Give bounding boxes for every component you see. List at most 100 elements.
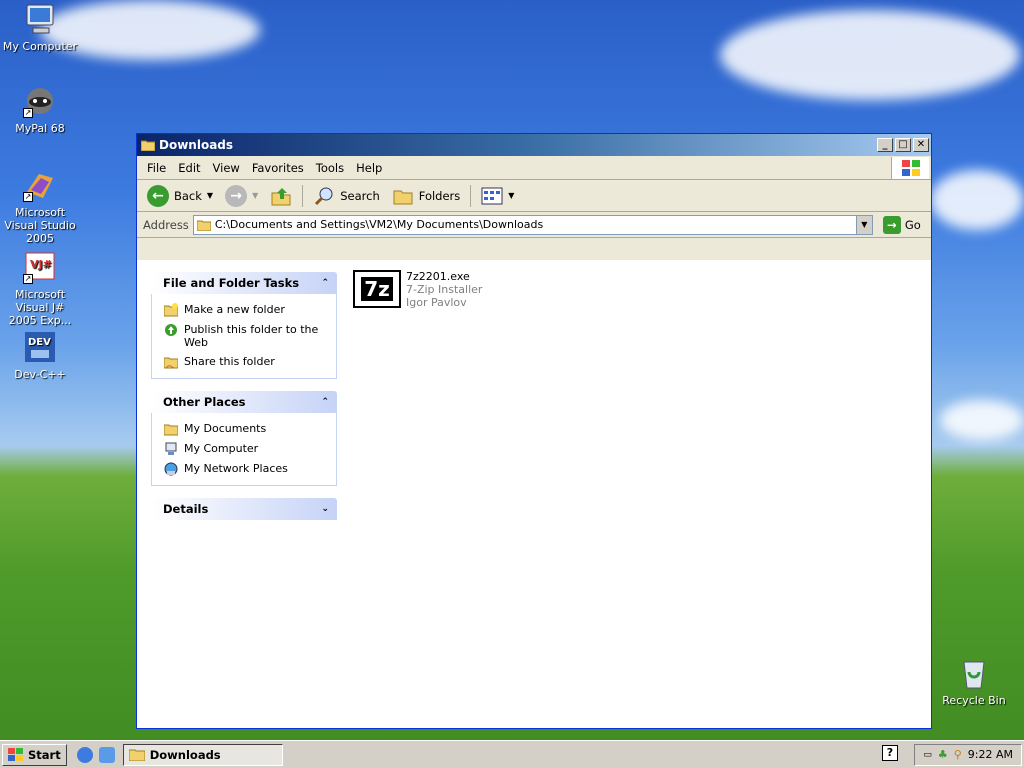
back-arrow-icon: ← [147,184,169,207]
content-area: File and Folder Tasks ⌃ Make a new folde… [137,260,931,728]
desktop-icon-label: My Computer [2,40,78,53]
raccoon-icon: ↗ [23,84,57,118]
expand-chevron-icon[interactable]: ⌄ [321,504,329,514]
taskbar: Start Downloads ▭ ♣ ⚲ 9:22 AM [0,740,1024,768]
svg-text:VJ#: VJ# [30,258,52,271]
new-folder-icon [164,303,178,317]
desktop-icon-recycle-bin[interactable]: Recycle Bin [934,656,1014,707]
forward-arrow-icon: → [225,184,248,207]
menu-favorites[interactable]: Favorites [246,161,310,175]
place-my-documents[interactable]: My Documents [164,419,336,439]
close-button[interactable]: ✕ [913,138,929,152]
visual-studio-icon: ↗ [23,168,57,202]
folder-icon [141,140,155,151]
menu-tools[interactable]: Tools [310,161,350,175]
network-globe-icon [164,462,178,476]
quick-launch [76,746,115,763]
panel-header[interactable]: Other Places ⌃ [151,391,337,413]
shortcut-arrow-icon: ↗ [23,274,33,284]
file-name: 7z2201.exe [406,270,470,283]
taskbar-button-downloads[interactable]: Downloads [122,743,283,766]
publish-web-icon [165,324,177,336]
chevron-down-icon[interactable]: ▼ [508,191,514,200]
window-titlebar[interactable]: Downloads _ □ ✕ [137,134,931,156]
collapse-chevron-icon[interactable]: ⌃ [321,397,329,407]
address-value: C:\Documents and Settings\VM2\My Documen… [214,218,544,231]
search-label: Search [340,188,380,203]
internet-explorer-icon[interactable] [76,746,93,763]
desktop-icon-label: MyPal 68 [15,122,65,135]
address-input[interactable]: C:\Documents and Settings\VM2\My Documen… [192,214,873,235]
collapse-chevron-icon[interactable]: ⌃ [321,278,329,288]
file-company: Igor Pavlov [406,296,467,309]
search-icon [315,187,333,205]
back-label: Back [174,188,202,203]
file-description: 7-Zip Installer [406,283,483,296]
folder-icon [128,749,145,761]
other-places-panel: Other Places ⌃ My Documents My Computer [151,391,337,486]
panel-header[interactable]: Details ⌄ [151,498,337,520]
file-item[interactable]: 7z 7z2201.exe 7-Zip Installer Igor Pavlo… [353,270,482,309]
explorer-window: Downloads _ □ ✕ File Edit View Favorites… [136,133,932,729]
menu-file[interactable]: File [141,161,172,175]
go-button[interactable]: → Go [877,215,927,234]
task-pane: File and Folder Tasks ⌃ Make a new folde… [137,260,347,728]
seven-zip-icon: 7z [353,270,401,308]
up-folder-button[interactable] [266,183,296,209]
maximize-button[interactable]: □ [895,138,911,152]
desktop-icon-label: Microsoft Visual Studio 2005 [4,206,76,245]
desktop-icon-visual-studio[interactable]: ↗ Microsoft Visual Studio 2005 [0,168,80,245]
desktop-icon-visual-j[interactable]: VJ# ↗ Microsoft Visual J# 2005 Exp... [0,250,80,327]
dev-cpp-icon: DEV [23,330,57,364]
address-label: Address [143,217,189,232]
shortcut-arrow-icon: ↗ [23,192,33,202]
network-status-icon[interactable]: ▭ [923,750,932,760]
back-button[interactable]: ← Back ▼ [143,183,217,209]
minimize-button[interactable]: _ [877,138,893,152]
system-tray: ▭ ♣ ⚲ 9:22 AM [914,743,1022,766]
go-arrow-icon: → [882,215,901,234]
safely-remove-icon[interactable]: ♣ [938,748,948,761]
file-list: 7z 7z2201.exe 7-Zip Installer Igor Pavlo… [353,270,482,309]
help-icon[interactable]: ? [882,745,898,761]
views-button[interactable]: ▼ [477,183,518,209]
toolbar-separator [470,184,472,207]
toolbar-separator [302,184,304,207]
file-folder-tasks-panel: File and Folder Tasks ⌃ Make a new folde… [151,272,337,379]
show-desktop-icon[interactable] [98,746,115,763]
place-my-computer[interactable]: My Computer [164,439,336,459]
place-my-network-places[interactable]: My Network Places [164,459,336,479]
search-tray-icon[interactable]: ⚲ [954,748,962,761]
task-make-new-folder[interactable]: Make a new folder [164,300,336,320]
panel-title: Other Places [163,395,246,409]
recycle-bin-icon [957,656,991,690]
desktop-icon-dev-cpp[interactable]: DEV Dev-C++ [0,330,80,381]
chevron-down-icon[interactable]: ▼ [252,191,258,200]
folders-button[interactable]: Folders [388,183,465,209]
desktop-icon-mypal[interactable]: ↗ MyPal 68 [0,84,80,135]
chevron-down-icon[interactable]: ▼ [207,191,213,200]
windows-logo-icon [891,157,929,179]
search-button[interactable]: Search [309,183,384,209]
menu-edit[interactable]: Edit [172,161,206,175]
task-share-folder[interactable]: Share this folder [164,352,336,372]
menu-view[interactable]: View [207,161,246,175]
start-button[interactable]: Start [2,743,67,766]
clock[interactable]: 9:22 AM [968,748,1013,761]
folders-label: Folders [418,188,461,203]
cloud [940,400,1024,440]
desktop-icon-label: Microsoft Visual J# 2005 Exp... [8,288,72,327]
task-publish-folder[interactable]: Publish this folder to the Web [164,320,336,352]
share-folder-icon [164,357,178,369]
menu-help[interactable]: Help [350,161,388,175]
folders-icon [393,190,413,204]
forward-button[interactable]: → ▼ [221,183,262,209]
shortcut-arrow-icon: ↗ [23,108,33,118]
desktop-icon-my-computer[interactable]: My Computer [0,2,80,53]
computer-icon [23,2,57,36]
vj-sharp-icon: VJ# ↗ [23,250,57,284]
address-dropdown-button[interactable]: ▼ [855,215,872,234]
go-label: Go [904,217,921,232]
svg-text:DEV: DEV [28,337,51,348]
panel-header[interactable]: File and Folder Tasks ⌃ [151,272,337,294]
